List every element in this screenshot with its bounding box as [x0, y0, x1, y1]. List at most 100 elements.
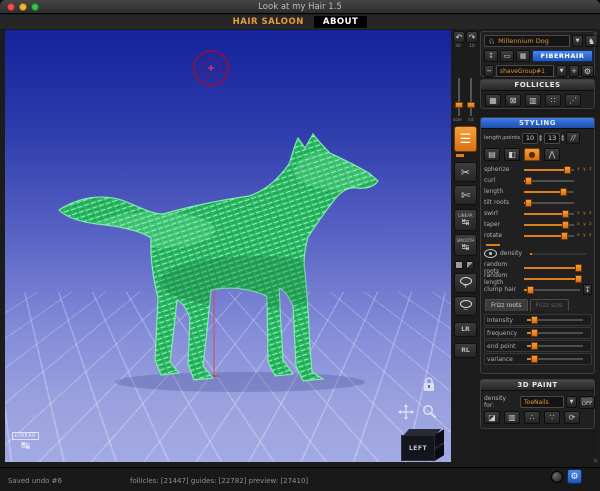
shave-group-dropdown[interactable]: shaveGroup#1 [496, 65, 554, 77]
slider-track[interactable] [524, 274, 583, 283]
lock-icon[interactable] [422, 376, 436, 392]
tab-hair-saloon[interactable]: HAIR SALOON [233, 17, 304, 27]
taper-slider-row[interactable]: taper x y z [482, 219, 594, 230]
load-button[interactable]: ▭ [500, 50, 514, 62]
slider-handle[interactable] [575, 274, 583, 283]
slider-track[interactable] [524, 165, 574, 174]
slider-handle[interactable] [524, 176, 532, 185]
figure-dropdown[interactable]: ♘ Millennium Dog [484, 35, 570, 47]
paint-target-dropdown[interactable]: ToeNails [520, 396, 564, 408]
brush-strength-slider[interactable] [470, 78, 472, 116]
slider-handle[interactable] [530, 355, 538, 363]
variance-slider-row[interactable]: variance [484, 353, 592, 365]
density-visibility-icon[interactable] [484, 249, 497, 258]
mesh-off-button[interactable]: mesh OFF [579, 395, 595, 409]
smooth-mode-button[interactable]: SMOOTH ↹ [454, 234, 477, 256]
brush-size-handle[interactable] [455, 102, 463, 108]
density-slider-row[interactable]: density [482, 248, 594, 259]
cross-mode-icon[interactable]: ⋀ [544, 148, 560, 161]
panel-splitter-bottom[interactable] [593, 458, 598, 463]
length-stepper[interactable]: 10 ▲ ▼ [522, 132, 542, 144]
paint-refresh-icon[interactable]: ⟳ [564, 411, 580, 424]
end-point-slider-row[interactable]: end point [484, 340, 592, 352]
slider-handle[interactable] [562, 220, 569, 229]
slider-handle[interactable] [575, 263, 583, 272]
settings-gear-button[interactable]: ⚙ [567, 469, 582, 484]
follicle-delete-icon[interactable]: ⊠ [505, 94, 521, 107]
follicle-fill-icon[interactable]: ▥ [525, 94, 541, 107]
follicle-link-icon[interactable]: ∷ [545, 94, 561, 107]
halftone-mode-icon[interactable]: ◧ [504, 148, 520, 161]
paint-bucket-icon[interactable]: ◪ [484, 411, 500, 424]
follicle-grid-icon[interactable]: ▦ [485, 94, 501, 107]
slider-handle[interactable] [563, 165, 571, 174]
slider-track[interactable] [527, 355, 583, 363]
hair-strands-icon[interactable]: ∕∕ [566, 132, 581, 144]
slider-track[interactable] [524, 176, 574, 185]
brush-strength-handle[interactable] [467, 102, 475, 108]
add-group-button[interactable]: + [569, 65, 579, 77]
curl-slider-row[interactable]: curl [482, 175, 594, 186]
slider-track[interactable] [524, 187, 574, 196]
save-button[interactable]: ▦ [516, 50, 530, 62]
comb-mode-icon[interactable]: ▤ [484, 148, 500, 161]
swirl-slider-row[interactable]: swirl x y z [482, 208, 594, 219]
paint-dropdown-arrow[interactable]: ▼ [566, 396, 577, 408]
group-dropdown-arrow[interactable]: ▼ [556, 65, 567, 77]
mirror-rl-button[interactable]: RL [454, 343, 477, 358]
panel-splitter-top[interactable] [593, 31, 598, 36]
paw-outline-icon[interactable]: ∵ [544, 411, 560, 424]
group-settings-button[interactable]: ⚙ [581, 65, 594, 77]
magnifier-icon[interactable] [422, 404, 437, 419]
tilt-roots-slider-row[interactable]: tilt roots [482, 197, 594, 208]
clump-options-button[interactable]: ↧ [583, 284, 592, 295]
tab-about[interactable]: ABOUT [313, 16, 368, 28]
paw-icon[interactable]: ∴ [524, 411, 540, 424]
display-shaded-icon[interactable] [466, 261, 474, 269]
scissors-random-tool-button[interactable]: ✄ [454, 185, 477, 205]
export-button[interactable]: ↧ [484, 50, 498, 62]
slider-handle[interactable] [562, 209, 569, 218]
brush-size-slider[interactable] [458, 78, 460, 116]
follicle-spread-icon[interactable]: ⋰ [565, 94, 581, 107]
viewport-3d[interactable]: LINEAR ↹ LEFT FRONT [5, 30, 451, 462]
slider-track[interactable] [524, 285, 580, 294]
slider-handle[interactable] [530, 316, 538, 324]
cube-front-face[interactable]: LEFT [401, 435, 435, 461]
redo-button[interactable]: ↷ [466, 31, 478, 43]
clump-hair-slider-row[interactable]: clump hair ↧ [482, 284, 594, 295]
slider-track[interactable] [527, 316, 583, 324]
slider-handle[interactable] [524, 198, 532, 207]
slider-track[interactable] [524, 231, 574, 240]
fiberhair-button[interactable]: FIBERHAIR [532, 50, 593, 62]
frizz-roots-tab[interactable]: Frizz roots [485, 299, 528, 311]
paint-roller-icon[interactable]: ▥ [504, 411, 520, 424]
lasso-subtract-button[interactable]: − [454, 296, 477, 316]
navigation-cube[interactable]: LEFT FRONT [401, 429, 451, 462]
ball-mode-icon[interactable]: ● [524, 148, 540, 161]
figure-dropdown-arrow[interactable]: ▼ [572, 35, 583, 47]
random-length-slider-row[interactable]: random length [482, 272, 594, 286]
mirror-lr-button[interactable]: LR [454, 322, 477, 337]
preview-sphere-button[interactable] [551, 471, 563, 483]
length-slider-row[interactable]: length [482, 186, 594, 197]
linear-mode-button[interactable]: LINEAR ↹ [454, 209, 477, 231]
rotate-slider-row[interactable]: rotate x y z [482, 230, 594, 241]
pan-icon[interactable] [398, 404, 414, 420]
slider-track[interactable] [524, 220, 574, 229]
slider-handle[interactable] [526, 285, 534, 294]
display-plain-icon[interactable] [455, 261, 463, 269]
slider-handle[interactable] [560, 187, 567, 196]
undo-button[interactable]: ↶ [453, 31, 465, 43]
slider-track[interactable] [527, 342, 583, 350]
frequency-slider-row[interactable]: frequency [484, 327, 592, 339]
comb-tool-button[interactable]: ☰ [454, 126, 477, 152]
slider-track[interactable] [524, 209, 574, 218]
slider-track[interactable] [524, 198, 574, 207]
scissors-tool-button[interactable]: ✂ [454, 162, 477, 182]
slider-handle[interactable] [530, 329, 538, 337]
slider-track[interactable] [527, 329, 583, 337]
spherize-slider-row[interactable]: spherize x y z [482, 164, 594, 175]
slider-track[interactable] [524, 263, 583, 272]
lasso-add-button[interactable]: + [454, 273, 477, 293]
